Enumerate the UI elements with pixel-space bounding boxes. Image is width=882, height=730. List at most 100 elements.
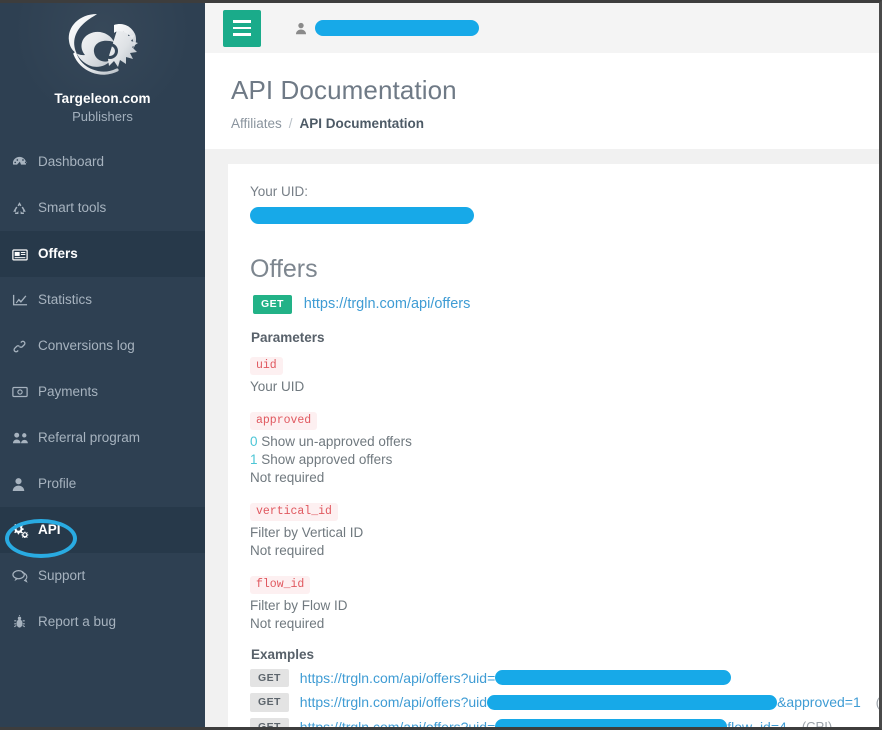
parameter-name: vertical_id: [250, 502, 338, 521]
example-url-link[interactable]: https://trgln.com/api/offers?uid &approv…: [300, 694, 861, 710]
parameter-approved: approved 0 Show un-approved offers 1 Sho…: [250, 410, 879, 487]
enum-value: 0: [250, 434, 258, 450]
parameter-enum-line: 0 Show un-approved offers: [250, 433, 879, 451]
sidebar-item-label: Report a bug: [38, 614, 117, 630]
parameters-heading: Parameters: [251, 329, 325, 345]
parameter-flow-id: flow_id Filter by Flow ID Not required: [250, 574, 879, 633]
comments-icon: [12, 569, 38, 583]
sidebar-nav: Dashboard Smart tools Offers Statistics: [0, 139, 205, 645]
enum-value: 1: [250, 451, 258, 467]
example-note: (Approved): [876, 695, 879, 710]
example-url-link[interactable]: https://trgln.com/api/offers?uid= flow_i…: [300, 719, 787, 727]
hamburger-icon-line: [233, 33, 251, 36]
page-title: API Documentation: [231, 75, 457, 105]
endpoint-url-link[interactable]: https://trgln.com/api/offers: [304, 296, 471, 312]
sidebar-item-smart-tools[interactable]: Smart tools: [0, 185, 205, 231]
line-chart-icon: [12, 293, 38, 308]
sidebar-item-label: Support: [38, 568, 86, 584]
example-url-suffix: &approved=1: [777, 694, 861, 711]
example-note: (CPI): [801, 719, 833, 727]
sidebar-item-payments[interactable]: Payments: [0, 369, 205, 415]
sidebar: Targeleon.com Publishers Dashboard Smart…: [0, 3, 205, 727]
gears-icon: [12, 522, 38, 538]
sidebar-item-profile[interactable]: Profile: [0, 461, 205, 507]
example-url-prefix: https://trgln.com/api/offers?uid: [299, 694, 488, 711]
example-url-prefix: https://trgln.com/api/offers?uid=: [299, 718, 496, 727]
section-title-offers: Offers: [250, 255, 318, 283]
chameleon-logo-icon: [0, 7, 205, 89]
sidebar-item-conversions-log[interactable]: Conversions log: [0, 323, 205, 369]
parameter-requirement: Not required: [250, 615, 325, 631]
example-url-suffix: flow_id=4: [727, 718, 787, 727]
example-uid-redacted: [487, 694, 778, 710]
uid-label: Your UID:: [250, 184, 309, 199]
example-uid-redacted: [495, 670, 732, 686]
dashboard-icon: [12, 155, 38, 170]
sidebar-item-offers[interactable]: Offers: [0, 231, 205, 277]
sidebar-item-label: Referral program: [38, 430, 141, 446]
example-url-link[interactable]: https://trgln.com/api/offers?uid=: [299, 669, 732, 686]
brand-header: Targeleon.com Publishers: [0, 3, 205, 139]
sidebar-item-label: Dashboard: [38, 154, 105, 170]
sidebar-item-referral-program[interactable]: Referral program: [0, 415, 205, 461]
app-window: Targeleon.com Publishers Dashboard Smart…: [0, 0, 882, 730]
sidebar-item-label: Offers: [38, 246, 78, 262]
endpoint-row: GET https://trgln.com/api/offers: [253, 295, 879, 314]
brand-subtitle: Publishers: [72, 109, 133, 124]
parameter-requirement: Not required: [250, 469, 325, 485]
sidebar-item-api[interactable]: API: [0, 507, 205, 553]
sidebar-item-label: Statistics: [38, 292, 93, 308]
documentation-card: Your UID: Offers GET https://trgln.com/a…: [228, 164, 879, 727]
sidebar-item-dashboard[interactable]: Dashboard: [0, 139, 205, 185]
sidebar-item-statistics[interactable]: Statistics: [0, 277, 205, 323]
brand-name: Targeleon.com: [54, 91, 151, 106]
hamburger-icon-line: [233, 26, 251, 30]
sidebar-item-label: Smart tools: [38, 200, 107, 216]
parameter-requirement: Not required: [250, 542, 325, 558]
users-icon: [12, 431, 38, 445]
link-icon: [12, 339, 38, 354]
example-row: GET https://trgln.com/api/offers?uid=: [250, 666, 879, 691]
top-bar: [205, 3, 879, 53]
example-row: GET https://trgln.com/api/offers?uid= fl…: [250, 715, 879, 727]
breadcrumb-separator: /: [288, 116, 293, 131]
user-icon: [295, 22, 307, 35]
username-redacted: [315, 20, 479, 36]
example-uid-redacted: [495, 719, 728, 727]
parameter-description: Filter by Vertical ID: [250, 524, 364, 540]
uid-value-redacted: [250, 207, 474, 224]
http-method-badge: GET: [250, 693, 289, 712]
enum-description: Show approved offers: [261, 451, 393, 467]
parameter-name: flow_id: [250, 575, 311, 594]
examples-heading: Examples: [251, 646, 315, 662]
parameter-name: uid: [250, 356, 283, 375]
recycle-icon: [12, 201, 38, 216]
hamburger-icon-line: [233, 20, 251, 23]
http-method-badge: GET: [250, 668, 289, 687]
sidebar-item-label: Conversions log: [38, 338, 135, 354]
parameter-uid: uid Your UID: [250, 355, 879, 396]
example-url-prefix: https://trgln.com/api/offers?uid=: [299, 669, 496, 686]
page-header: API Documentation Affiliates / API Docum…: [205, 53, 879, 149]
sidebar-item-report-a-bug[interactable]: Report a bug: [0, 599, 205, 645]
enum-description: Show un-approved offers: [261, 434, 412, 450]
breadcrumb: Affiliates / API Documentation: [231, 116, 879, 131]
newspaper-icon: [12, 247, 38, 262]
http-method-badge: GET: [253, 295, 292, 314]
menu-toggle-button[interactable]: [223, 9, 261, 47]
sidebar-item-support[interactable]: Support: [0, 553, 205, 599]
breadcrumb-current: API Documentation: [299, 116, 425, 131]
user-menu[interactable]: [295, 20, 479, 36]
http-method-badge: GET: [250, 717, 289, 727]
parameter-description: Your UID: [250, 378, 305, 394]
breadcrumb-parent-link[interactable]: Affiliates: [231, 116, 282, 131]
example-row: GET https://trgln.com/api/offers?uid &ap…: [250, 690, 879, 715]
parameter-name: approved: [250, 411, 318, 431]
sidebar-item-label: Payments: [38, 384, 99, 400]
sidebar-item-label: Profile: [38, 476, 77, 492]
bug-icon: [12, 614, 38, 630]
parameter-vertical-id: vertical_id Filter by Vertical ID Not re…: [250, 501, 879, 560]
content-area: Your UID: Offers GET https://trgln.com/a…: [205, 149, 879, 727]
money-icon: [12, 385, 38, 399]
main-area: API Documentation Affiliates / API Docum…: [205, 3, 879, 727]
